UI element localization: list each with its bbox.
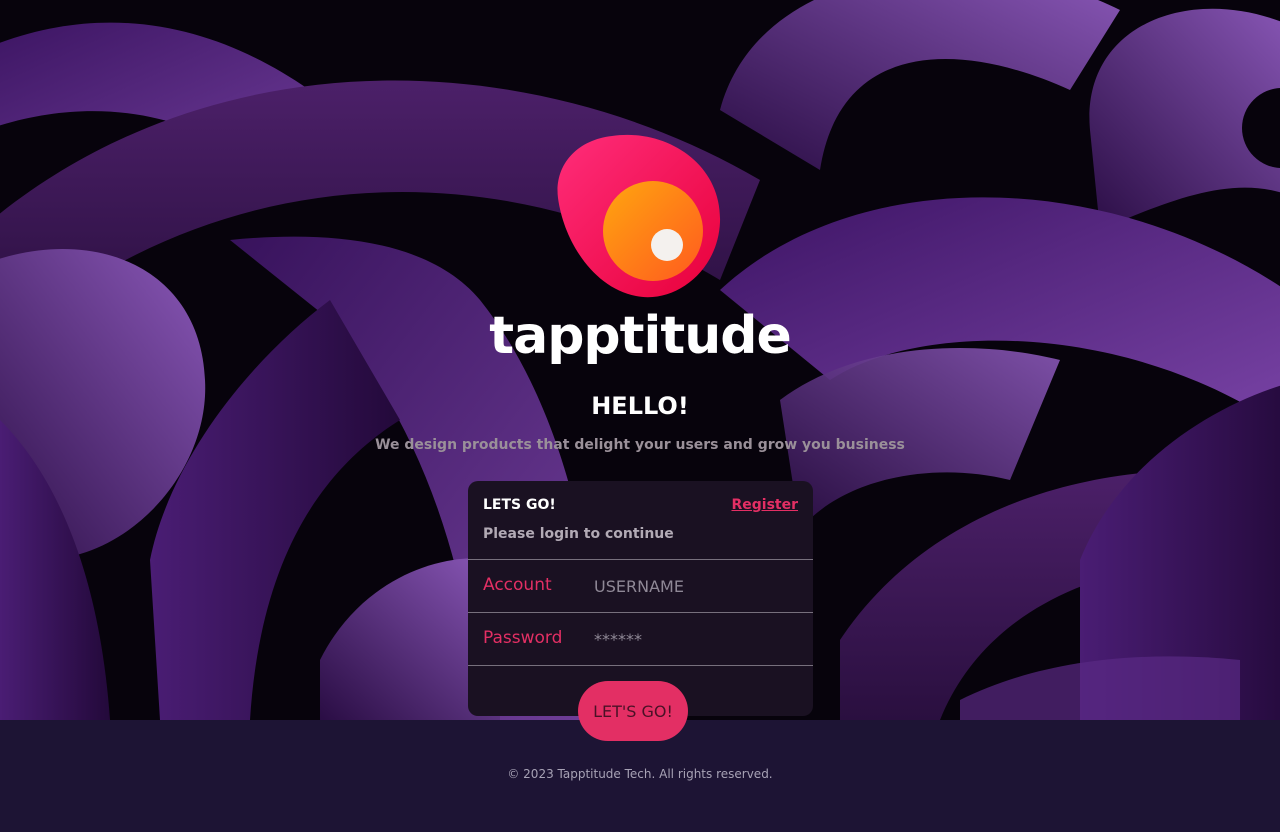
hero-greeting: HELLO! <box>591 392 689 420</box>
register-link[interactable]: Register <box>731 497 798 513</box>
login-submit-button[interactable]: LET'S GO! <box>578 681 688 741</box>
account-label: Account <box>483 575 552 595</box>
copyright-text: © 2023 Tapptitude Tech. All rights reser… <box>507 767 773 781</box>
logo-mark-icon <box>557 134 721 298</box>
password-input[interactable] <box>594 623 799 655</box>
login-card-subtitle: Please login to continue <box>483 526 674 542</box>
password-row: Password <box>468 613 813 665</box>
hero-tagline: We design products that delight your use… <box>375 437 905 453</box>
login-card-title: LETS GO! <box>483 497 556 513</box>
divider <box>468 665 813 666</box>
tapptitude-logo <box>554 132 724 302</box>
brand-wordmark: tapptitude <box>489 306 791 366</box>
password-label: Password <box>483 628 563 648</box>
username-input[interactable] <box>594 570 799 602</box>
account-row: Account <box>468 560 813 612</box>
